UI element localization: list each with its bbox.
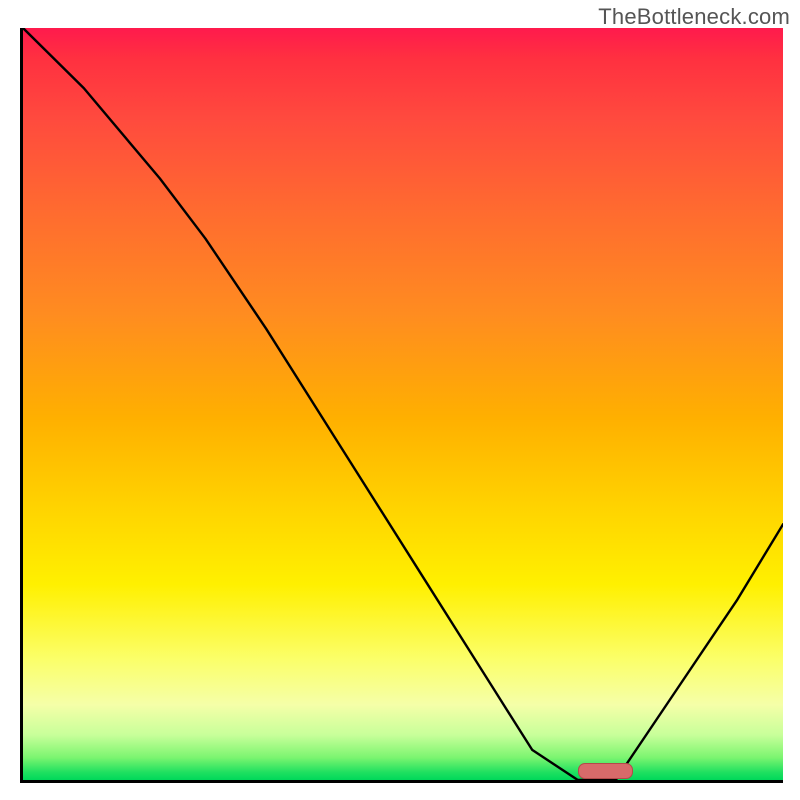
curve-path <box>23 28 783 780</box>
optimal-marker <box>578 763 633 779</box>
bottleneck-curve <box>23 28 783 780</box>
watermark-text: TheBottleneck.com <box>598 4 790 30</box>
plot-area <box>20 28 783 783</box>
chart-container: TheBottleneck.com <box>0 0 800 800</box>
